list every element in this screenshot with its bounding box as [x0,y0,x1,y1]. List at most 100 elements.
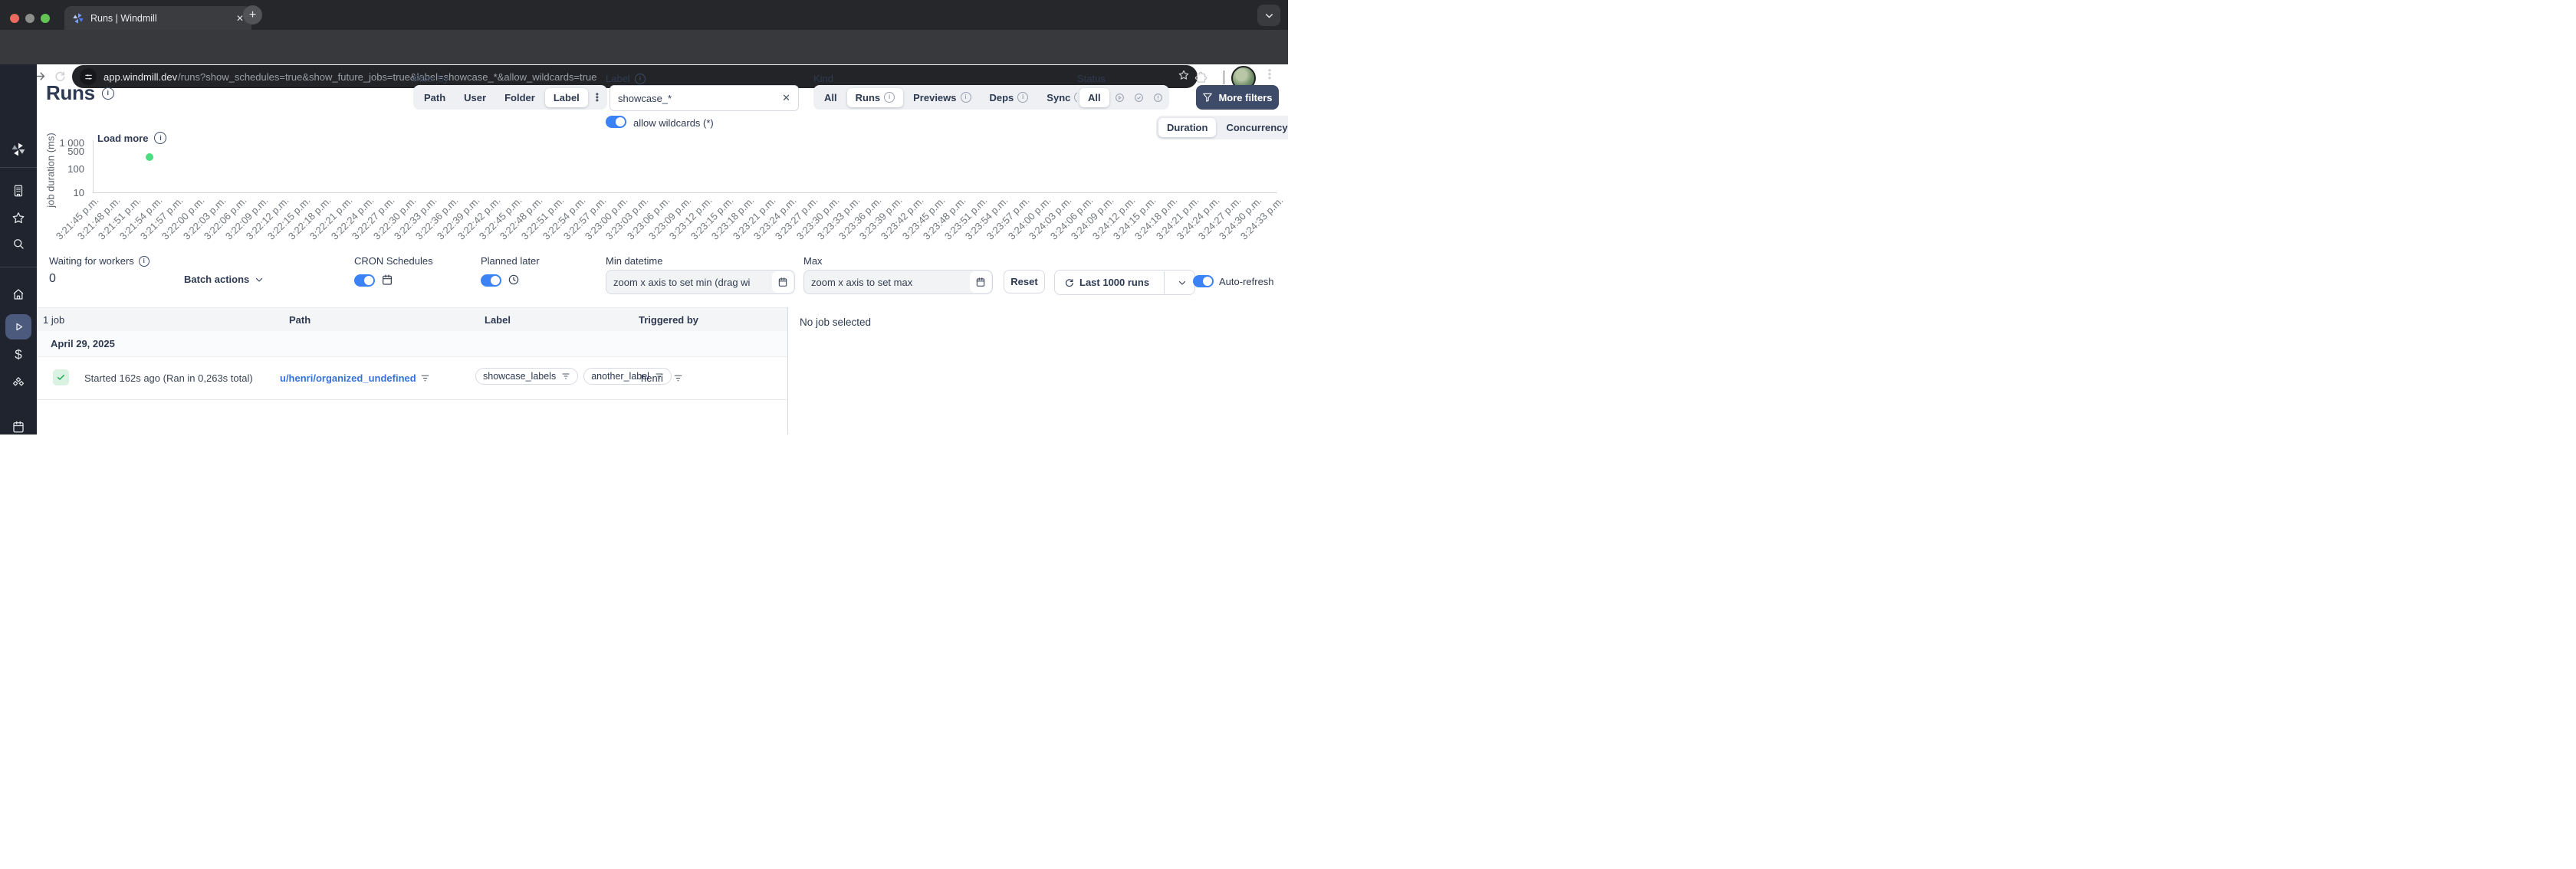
date-group-label: April 29, 2025 [51,338,115,349]
planned-later-toggle[interactable] [481,274,501,287]
variables-dollar-icon[interactable]: $ [15,347,21,362]
view-concurrency[interactable]: Concurrency [1217,118,1288,137]
home-icon[interactable] [12,287,25,301]
auto-refresh-toggle[interactable] [1193,275,1214,287]
date-group-row: April 29, 2025 [37,331,787,357]
filter-by-user-label: User [464,91,487,103]
min-datetime-input[interactable] [606,276,772,288]
load-more-info-icon[interactable] [154,132,167,144]
chart-x-axis[interactable] [93,192,1277,193]
filter-by-user-icon[interactable] [673,373,683,387]
batch-actions-label: Batch actions [184,274,250,285]
status-running-circle-icon[interactable] [1111,89,1129,107]
min-calendar-icon[interactable] [772,271,794,293]
load-more[interactable]: Load more [97,132,167,144]
kind-label: Kind [813,73,834,84]
waiting-workers-count: 0 [49,272,56,285]
max-calendar-icon[interactable] [970,271,991,293]
y-tick: 10 [73,187,84,198]
refresh-icon [1066,279,1073,287]
filter-by-segmented: Path User Folder Label • • • [413,85,607,110]
browser-tab[interactable]: Runs | Windmill ✕ [64,6,251,30]
last-runs-button[interactable]: Last 1000 runs [1054,270,1196,295]
view-concurrency-label: Concurrency [1226,122,1288,133]
bookmark-star-icon[interactable] [1178,69,1190,85]
page-title: Runs [46,81,95,104]
new-tab-button[interactable]: + [243,5,262,25]
schedules-calendar-icon[interactable] [12,420,25,434]
button-divider [1164,271,1165,293]
auto-refresh-label: Auto-refresh [1219,276,1274,287]
favorites-star-icon[interactable] [12,211,26,225]
filter-by-path-icon[interactable] [420,373,430,387]
kind-previews[interactable]: Previews [905,88,979,107]
y-tick: 100 [67,163,84,175]
label-filter-input[interactable] [610,92,775,104]
reset-button[interactable]: Reset [1004,270,1045,293]
label-filter-header: Label [606,73,646,84]
resources-cubes-icon[interactable] [12,375,26,390]
cron-calendar-icon [381,274,393,290]
tab-search-chevron-icon[interactable] [1257,5,1280,26]
panel-divider [787,307,788,434]
filter-by-label-label: Label [553,91,580,103]
min-datetime-label: Min datetime [606,255,663,267]
window-close-light[interactable] [10,14,19,23]
waiting-workers-header: Waiting for workers [49,255,150,267]
last-runs-label: Last 1000 runs [1079,277,1150,288]
sidebar-divider [0,167,37,168]
max-datetime-input[interactable] [804,276,970,288]
workspace-building-icon[interactable] [12,184,25,198]
label-filter-label: Label [606,73,630,84]
sidebar-item-runs[interactable] [5,314,31,339]
funnel-icon [1203,93,1213,102]
cron-schedules-toggle[interactable] [354,274,375,287]
more-filters-label: More filters [1218,91,1273,103]
cron-schedules-label: CRON Schedules [354,255,433,267]
waiting-workers-label: Waiting for workers [49,255,134,267]
label-chip[interactable]: showcase_labels [475,368,579,385]
label-info-icon[interactable] [634,73,646,84]
batch-actions-button[interactable]: Batch actions [184,274,264,285]
view-duration[interactable]: Duration [1158,118,1217,137]
y-tick: 500 [67,146,84,157]
last-runs-chevron-icon[interactable] [1170,278,1194,287]
filter-by-label-icon[interactable] [561,372,570,381]
status-success-circle-icon[interactable] [1130,89,1148,107]
table-row[interactable]: Started 162s ago (Ran in 0,263s total) u… [37,357,787,400]
filter-by-label[interactable]: Label [544,87,588,107]
job-duration-point[interactable] [145,152,153,161]
kind-runs[interactable]: Runs [846,87,904,107]
filter-by-folder[interactable]: Folder [496,88,544,107]
planned-clock-icon [508,274,520,290]
waiting-workers-info-icon[interactable] [138,255,150,267]
window-zoom-light[interactable] [41,14,50,23]
runs-info-icon[interactable] [101,87,114,100]
kind-deps-label: Deps [989,91,1014,103]
status-failure-circle-icon[interactable] [1149,89,1167,107]
window-minimize-light[interactable] [25,14,34,23]
run-path-link[interactable]: u/henri/organized_undefined [280,372,416,384]
allow-wildcards-toggle[interactable] [606,116,626,128]
browser-tab-strip: Runs | Windmill ✕ + [0,0,1288,30]
more-filters-button[interactable]: More filters [1196,85,1279,110]
browser-menu-icon[interactable]: • • • [1265,65,1274,83]
url-host: app.windmill.dev [104,71,178,83]
job-count: 1 job [43,314,65,326]
max-datetime-label: Max [803,255,823,267]
windmill-logo-icon[interactable] [11,142,26,157]
kind-runs-label: Runs [855,91,881,103]
filter-by-user[interactable]: User [455,88,495,107]
filter-by-path[interactable]: Path [416,88,454,107]
status-all[interactable]: All [1079,87,1109,107]
search-icon[interactable] [12,237,25,251]
kind-all[interactable]: All [816,88,846,107]
clear-label-icon[interactable]: ✕ [774,92,798,104]
label-chip-text: showcase_labels [483,371,557,382]
browser-toolbar: app.windmill.dev /runs?show_schedules=tr… [0,30,1288,90]
reset-label: Reset [1010,276,1038,287]
column-path: Path [289,314,311,326]
filter-kebab-icon[interactable]: • • • [590,90,605,105]
kind-previews-label: Previews [913,91,957,103]
kind-deps[interactable]: Deps [981,88,1037,107]
